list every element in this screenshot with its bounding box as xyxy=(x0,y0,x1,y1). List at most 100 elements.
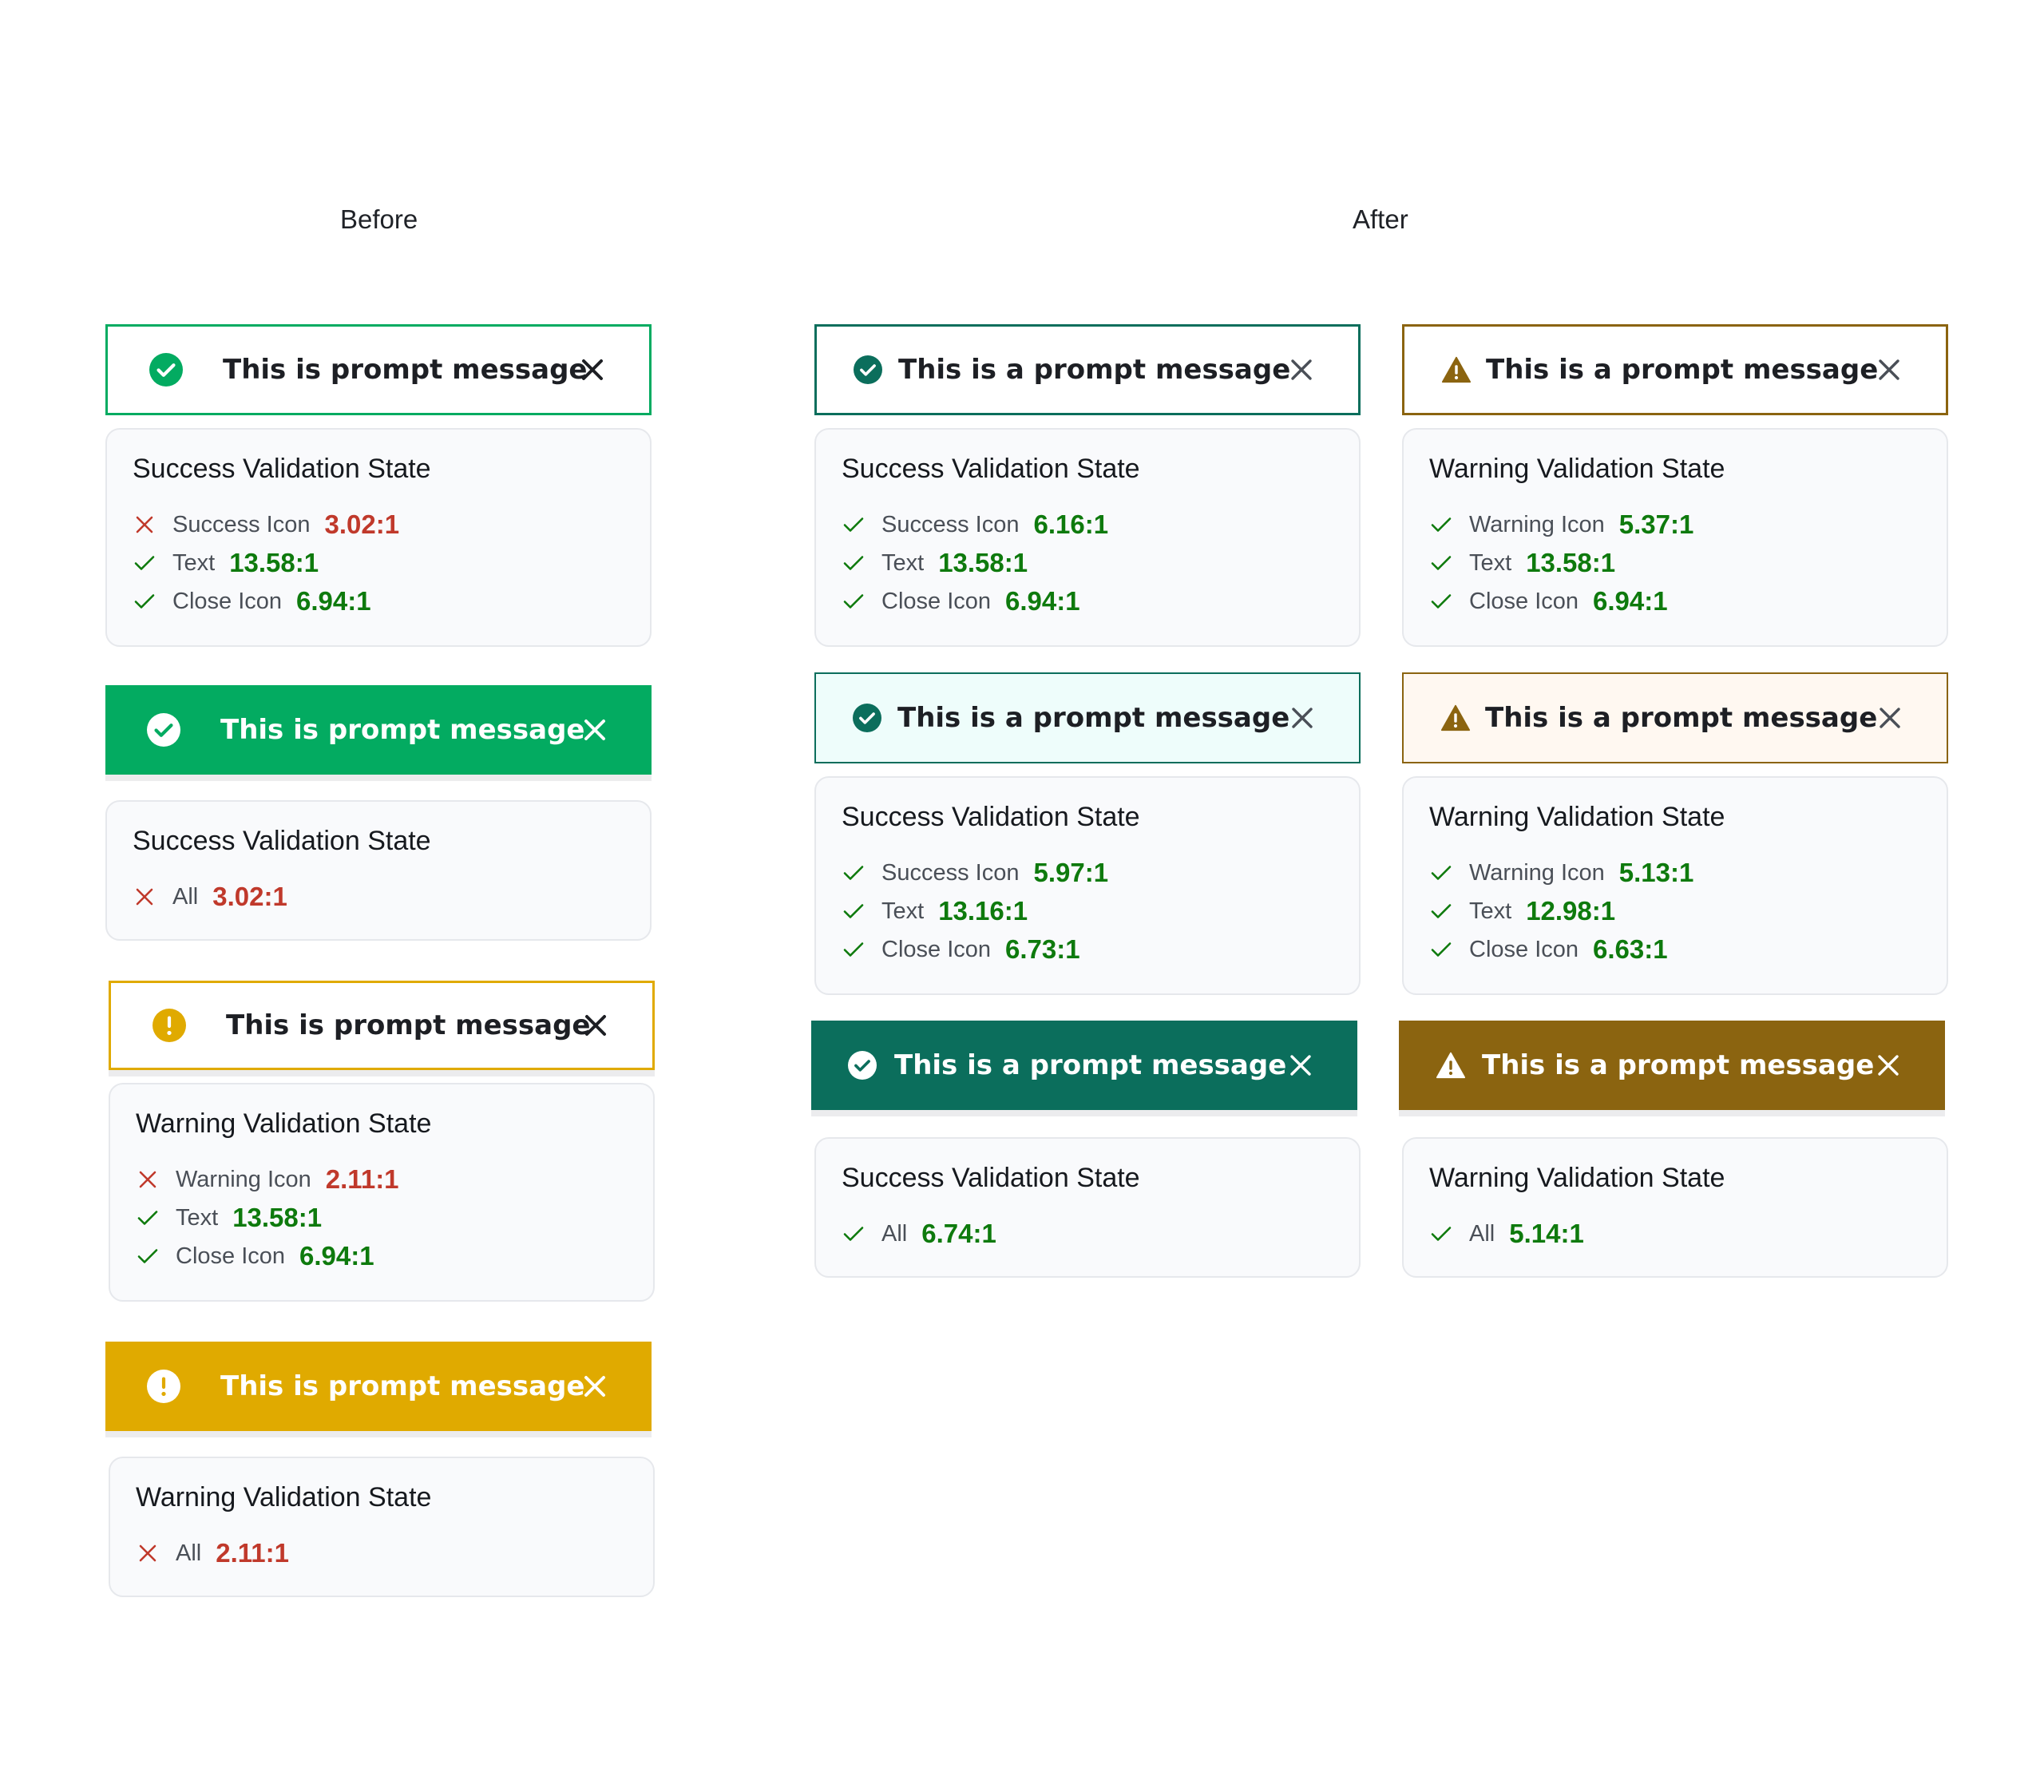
card-title: Warning Validation State xyxy=(1429,802,1725,832)
check-row: Text 13.58:1 xyxy=(134,548,319,578)
checkmark-icon xyxy=(1431,591,1452,612)
check-row: All 6.74:1 xyxy=(843,1219,996,1249)
banner-message: This is a prompt message xyxy=(1485,702,1878,734)
banner-shadow xyxy=(105,775,652,781)
check-row: All 3.02:1 xyxy=(134,882,287,912)
warning-triangle-icon xyxy=(1436,1051,1466,1080)
banner-message: This is prompt message xyxy=(220,1370,585,1402)
contrast-ratio: 13.16:1 xyxy=(938,896,1028,926)
contrast-ratio: 3.02:1 xyxy=(324,509,400,539)
check-row: Success Icon 3.02:1 xyxy=(134,509,399,540)
check-row: Text 13.16:1 xyxy=(843,896,1028,926)
check-label: Warning Icon xyxy=(176,1166,311,1192)
close-icon[interactable] xyxy=(1289,358,1313,382)
check-circle-icon xyxy=(853,704,881,732)
check-row: Close Icon 6.63:1 xyxy=(1431,934,1668,965)
close-icon[interactable] xyxy=(584,1013,608,1037)
contrast-ratio: 6.63:1 xyxy=(1593,934,1668,964)
prompt-banner-after-warning-filled: This is a prompt message xyxy=(1399,1021,1945,1110)
validation-card-before-success-2: Success Validation State All 3.02:1 xyxy=(105,800,652,941)
contrast-ratio: 5.37:1 xyxy=(1618,509,1694,539)
card-title: Success Validation State xyxy=(842,454,1140,484)
prompt-banner-after-success-outline: This is a prompt message xyxy=(814,324,1361,415)
check-label: Text xyxy=(1469,898,1512,924)
warning-triangle-icon xyxy=(1441,355,1472,384)
checkmark-icon xyxy=(137,1207,158,1228)
close-icon[interactable] xyxy=(580,358,604,382)
checkmark-icon xyxy=(1431,553,1452,573)
close-icon[interactable] xyxy=(583,718,607,742)
check-row: Close Icon 6.94:1 xyxy=(843,586,1080,616)
prompt-banner-after-warning-outline: This is a prompt message xyxy=(1402,324,1948,415)
contrast-ratio: 6.94:1 xyxy=(296,586,371,616)
close-icon[interactable] xyxy=(1876,1053,1900,1077)
check-label: Warning Icon xyxy=(1469,859,1605,886)
close-icon[interactable] xyxy=(1878,706,1902,730)
check-circle-icon xyxy=(147,713,180,747)
prompt-banner-before-success-filled: This is prompt message xyxy=(105,685,652,775)
check-row: Close Icon 6.73:1 xyxy=(843,934,1080,965)
checkmark-icon xyxy=(1431,514,1452,535)
validation-card-after-warning-1: Warning Validation State Warning Icon 5.… xyxy=(1402,428,1948,647)
close-icon[interactable] xyxy=(583,1374,607,1398)
banner-message: This is a prompt message xyxy=(894,1049,1287,1081)
check-row: Text 13.58:1 xyxy=(1431,548,1615,578)
close-icon[interactable] xyxy=(1289,1053,1313,1077)
check-row: All 2.11:1 xyxy=(137,1538,289,1568)
check-row: Text 13.58:1 xyxy=(137,1203,322,1233)
validation-card-after-success-2: Success Validation State Success Icon 5.… xyxy=(814,776,1361,995)
check-label: Close Icon xyxy=(1469,588,1579,614)
banner-message: This is a prompt message xyxy=(898,354,1291,386)
contrast-ratio: 6.73:1 xyxy=(1005,934,1080,964)
checkmark-icon xyxy=(843,862,864,883)
contrast-ratio: 13.58:1 xyxy=(229,548,319,577)
checkmark-icon xyxy=(137,1246,158,1267)
check-label: Close Icon xyxy=(172,588,283,614)
check-circle-icon xyxy=(848,1051,877,1080)
prompt-banner-before-warning-outline: This is prompt message xyxy=(109,981,655,1070)
cross-icon xyxy=(137,1169,158,1190)
contrast-ratio: 13.58:1 xyxy=(938,548,1028,577)
check-label: Success Icon xyxy=(172,511,311,537)
check-label: Text xyxy=(881,898,925,924)
check-label: Text xyxy=(176,1204,219,1231)
banner-message: This is prompt message xyxy=(226,1009,591,1041)
checkmark-icon xyxy=(134,553,155,573)
card-title: Success Validation State xyxy=(133,454,431,484)
close-icon[interactable] xyxy=(1290,706,1314,730)
contrast-ratio: 6.94:1 xyxy=(1593,586,1668,616)
check-row: Warning Icon 5.13:1 xyxy=(1431,858,1693,888)
contrast-ratio: 2.11:1 xyxy=(325,1164,399,1194)
check-row: Text 12.98:1 xyxy=(1431,896,1615,926)
check-label: Success Icon xyxy=(881,859,1020,886)
check-row: All 5.14:1 xyxy=(1431,1219,1584,1249)
banner-shadow xyxy=(109,1070,655,1076)
banner-message: This is a prompt message xyxy=(897,702,1290,734)
prompt-banner-before-warning-filled: This is prompt message xyxy=(105,1342,652,1431)
close-icon[interactable] xyxy=(1877,358,1901,382)
contrast-ratio: 6.74:1 xyxy=(921,1219,996,1248)
check-label: Close Icon xyxy=(176,1243,286,1269)
contrast-ratio: 6.94:1 xyxy=(1005,586,1080,616)
card-title: Warning Validation State xyxy=(136,1482,432,1512)
check-label: Close Icon xyxy=(1469,936,1579,962)
checkmark-icon xyxy=(843,901,864,922)
checkmark-icon xyxy=(843,553,864,573)
validation-card-after-warning-2: Warning Validation State Warning Icon 5.… xyxy=(1402,776,1948,995)
banner-shadow xyxy=(1399,1110,1945,1116)
checkmark-icon xyxy=(843,1223,864,1244)
card-title: Success Validation State xyxy=(133,826,431,856)
checkmark-icon xyxy=(843,591,864,612)
check-label: All xyxy=(176,1540,202,1566)
cross-icon xyxy=(137,1543,158,1564)
contrast-ratio: 13.58:1 xyxy=(1526,548,1616,577)
contrast-ratio: 5.13:1 xyxy=(1618,858,1694,887)
check-label: All xyxy=(1469,1220,1495,1247)
contrast-ratio: 12.98:1 xyxy=(1526,896,1616,926)
check-row: Text 13.58:1 xyxy=(843,548,1028,578)
checkmark-icon xyxy=(134,591,155,612)
check-label: Close Icon xyxy=(881,936,992,962)
check-row: Close Icon 6.94:1 xyxy=(134,586,371,616)
check-label: All xyxy=(881,1220,908,1247)
check-row: Warning Icon 5.37:1 xyxy=(1431,509,1693,540)
